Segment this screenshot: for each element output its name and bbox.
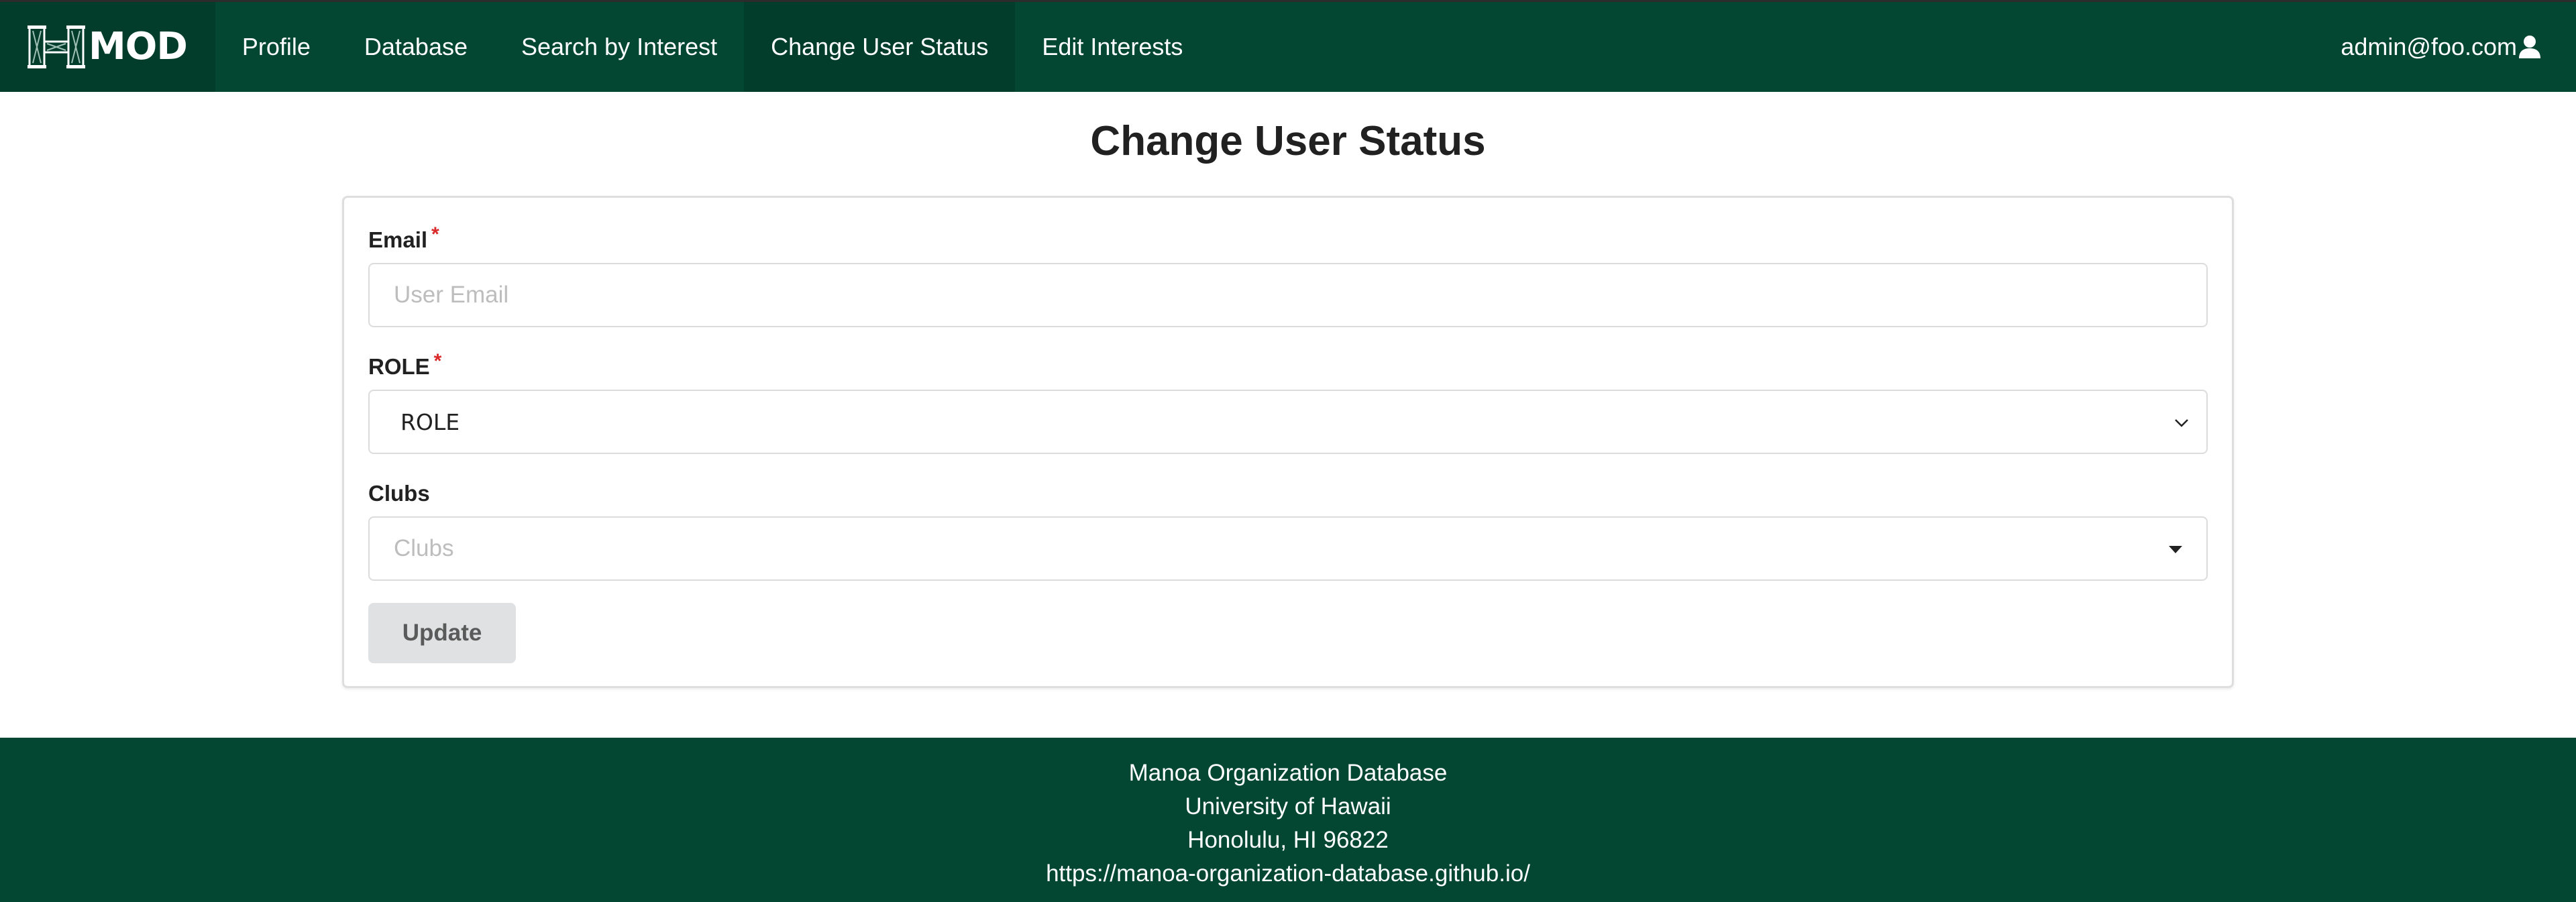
role-label-text: ROLE — [368, 354, 430, 379]
brand-text: MOD — [89, 25, 188, 68]
footer-url[interactable]: https://manoa-organization-database.gith… — [0, 857, 2576, 891]
footer-address: Honolulu, HI 96822 — [1187, 827, 1389, 853]
dropdown-caret-icon — [2169, 546, 2182, 553]
footer-university: University of Hawaii — [1185, 793, 1391, 820]
nav-search-by-interest[interactable]: Search by Interest — [494, 2, 744, 92]
nav-edit-interests[interactable]: Edit Interests — [1015, 2, 1210, 92]
role-select-value: ROLE — [400, 408, 460, 435]
uh-h-logo-icon — [28, 25, 85, 68]
user-email: admin@foo.com — [2341, 33, 2517, 60]
footer: Manoa Organization Database University o… — [0, 738, 2576, 902]
clubs-dropdown[interactable]: Clubs — [368, 516, 2208, 581]
user-icon — [2519, 36, 2540, 58]
clubs-label-text: Clubs — [368, 481, 430, 506]
nav-profile[interactable]: Profile — [215, 2, 337, 92]
update-button[interactable]: Update — [368, 603, 516, 663]
chevron-down-icon — [2175, 419, 2188, 427]
role-select[interactable]: ROLE — [368, 390, 2208, 454]
role-label: ROLE * — [368, 351, 441, 379]
clubs-placeholder: Clubs — [394, 535, 454, 561]
email-required-marker: * — [431, 223, 439, 245]
change-status-form: Email* ROLE* ROLE Clubs Clubs Update — [342, 196, 2234, 688]
role-required-marker: * — [433, 350, 442, 372]
top-navbar: MOD Profile Database Search by Interest … — [0, 0, 2576, 92]
email-label: Email * — [368, 225, 439, 252]
brand-link[interactable]: MOD — [0, 2, 215, 92]
footer-org-name: Manoa Organization Database — [1128, 760, 1448, 786]
nav-database[interactable]: Database — [337, 2, 494, 92]
nav-change-user-status[interactable]: Change User Status — [744, 2, 1016, 92]
page-title: Change User Status — [1090, 118, 1486, 164]
email-label-text: Email — [368, 227, 428, 252]
email-input[interactable] — [368, 263, 2208, 327]
user-menu[interactable]: admin@foo.com — [2341, 2, 2576, 92]
clubs-label: Clubs — [368, 482, 430, 504]
